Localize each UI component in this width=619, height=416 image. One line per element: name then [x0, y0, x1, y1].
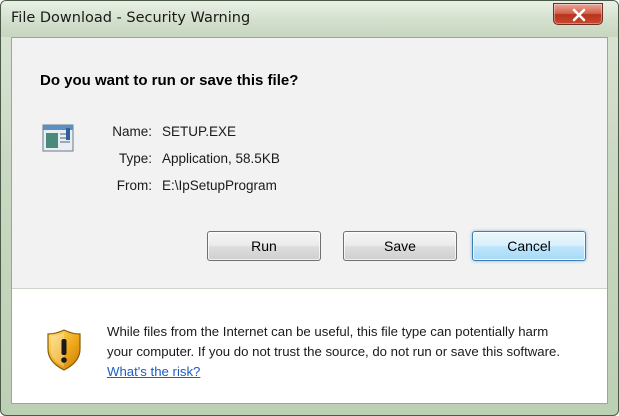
title-bar[interactable]: File Download - Security Warning	[1, 1, 618, 37]
file-from-value: E:\IpSetupProgram	[162, 178, 277, 193]
file-name-row: Name: SETUP.EXE	[82, 124, 382, 144]
warning-message: While files from the Internet can be use…	[107, 322, 577, 382]
file-from-row: From: E:\IpSetupProgram	[82, 178, 382, 198]
file-from-label: From:	[116, 178, 152, 193]
whats-the-risk-link[interactable]: What's the risk?	[107, 364, 200, 379]
cancel-button[interactable]: Cancel	[472, 231, 586, 261]
dialog-question: Do you want to run or save this file?	[40, 72, 299, 89]
run-button[interactable]: Run	[207, 231, 321, 261]
file-info-panel: Do you want to run or save this file? Na…	[12, 38, 607, 288]
window-title: File Download - Security Warning	[11, 10, 251, 26]
dialog-content: Do you want to run or save this file? Na…	[11, 37, 608, 404]
warning-panel: While files from the Internet can be use…	[12, 289, 607, 403]
file-type-value: Application, 58.5KB	[162, 151, 280, 166]
file-name-value: SETUP.EXE	[162, 124, 237, 139]
file-type-label: Type:	[118, 151, 152, 166]
application-window-icon	[42, 124, 74, 152]
file-name-label: Name:	[112, 124, 152, 139]
security-shield-icon	[47, 329, 81, 371]
save-button[interactable]: Save	[343, 231, 457, 261]
warning-text: While files from the Internet can be use…	[107, 324, 561, 359]
close-icon	[572, 8, 586, 22]
file-type-row: Type: Application, 58.5KB	[82, 151, 382, 171]
close-button[interactable]	[553, 3, 603, 25]
security-warning-dialog: File Download - Security Warning Do you …	[0, 0, 619, 416]
